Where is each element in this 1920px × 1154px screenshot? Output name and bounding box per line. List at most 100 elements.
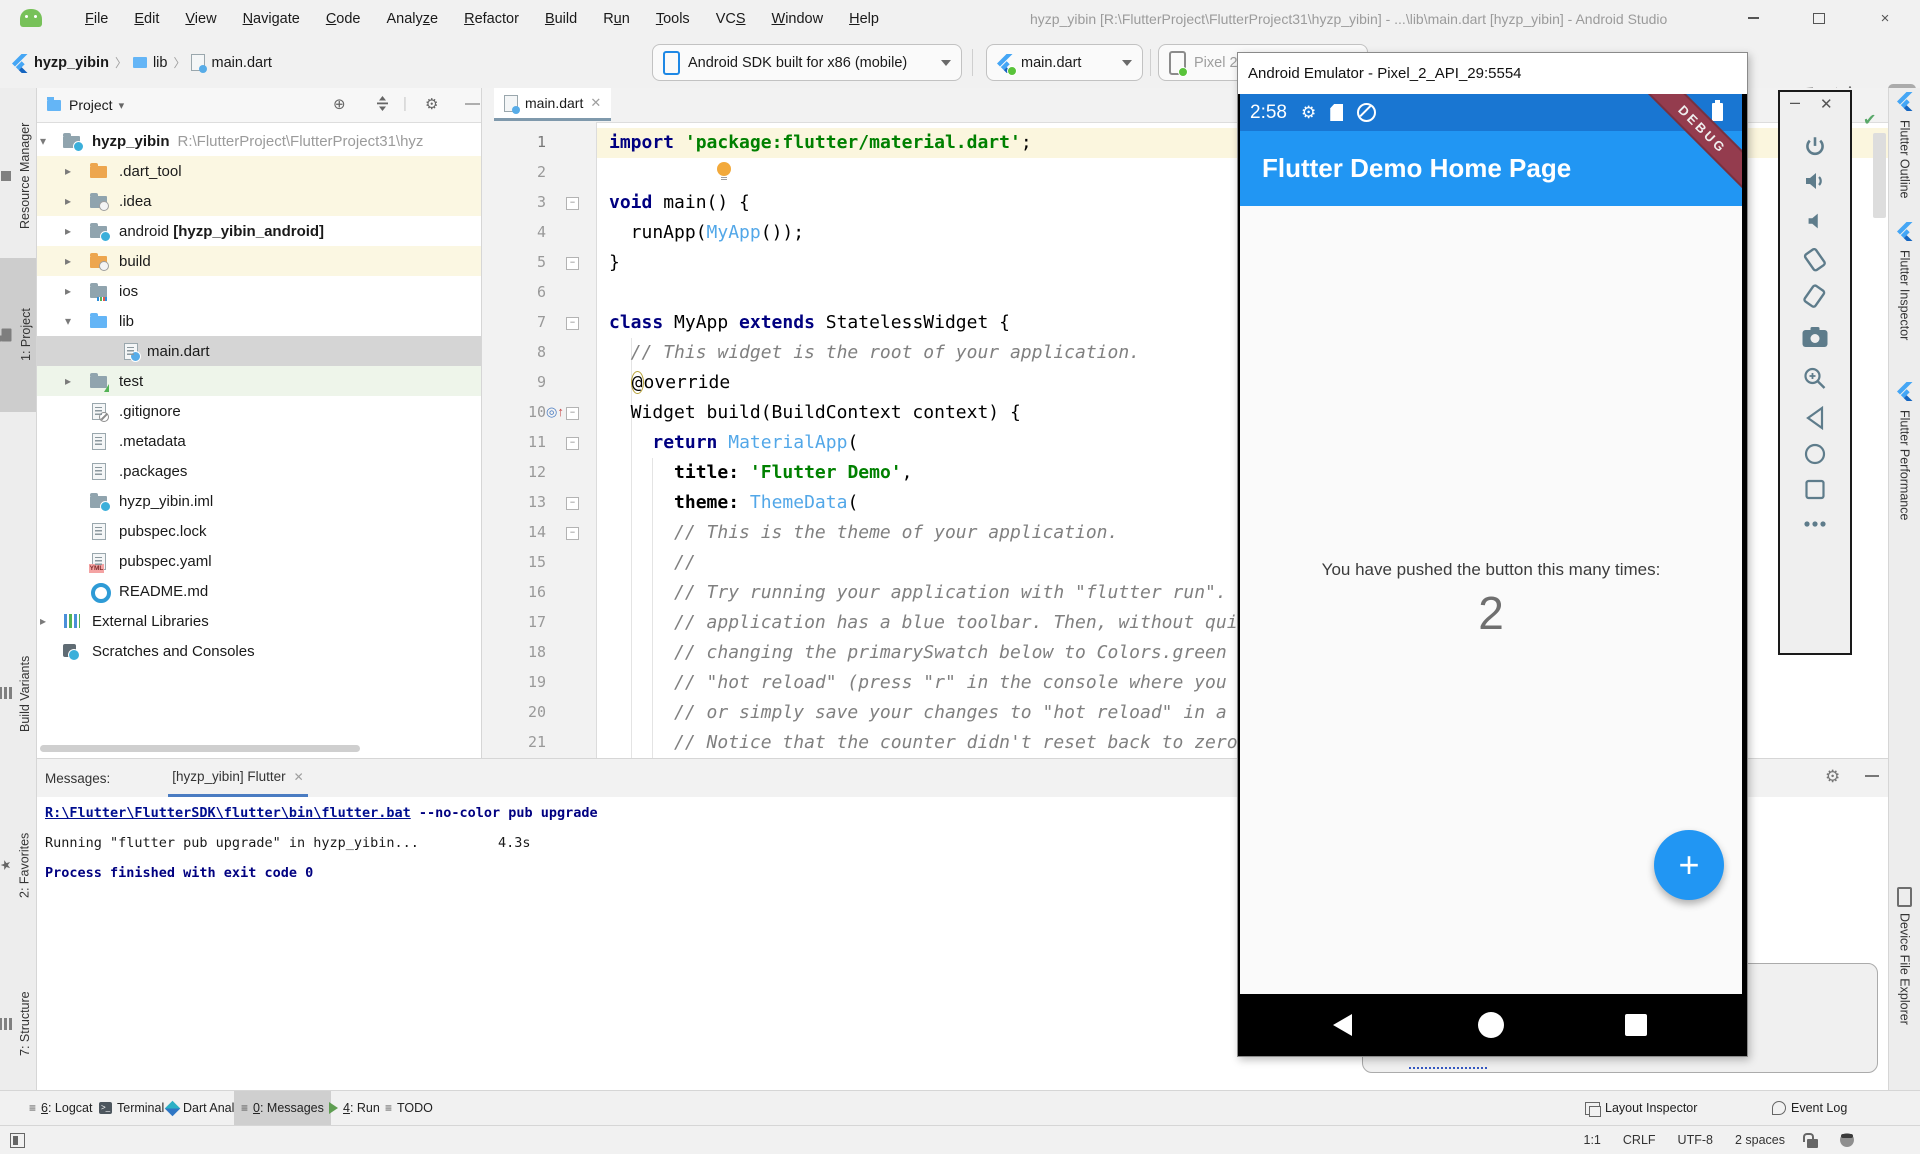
toolwindow-button-0-messages[interactable]: ≡0: Messages (234, 1091, 331, 1125)
project-horizontal-scrollbar[interactable] (40, 745, 360, 752)
menu-tools[interactable]: Tools (643, 11, 703, 27)
sidebar-item-7-structure[interactable]: 7: Structure (0, 958, 36, 1090)
menu-file[interactable]: File (72, 11, 121, 27)
status-widget-CRLF[interactable]: CRLF (1623, 1133, 1656, 1147)
menu-help[interactable]: Help (836, 11, 892, 27)
flutter-bat-link[interactable]: R:\Flutter\FlutterSDK\flutter\bin\flutte… (45, 805, 411, 821)
tree-row-build[interactable]: ▸build (37, 246, 481, 276)
sidebar-item-device-file-explorer[interactable]: Device File Explorer (1889, 887, 1920, 1025)
inspection-profile-icon[interactable] (1840, 1133, 1854, 1147)
window-minimize-button[interactable] (1740, 7, 1766, 29)
tree-row--dart-tool[interactable]: ▸.dart_tool (37, 156, 481, 186)
tree-row-pubspec-lock[interactable]: pubspec.lock (37, 516, 481, 546)
nav-recents-button[interactable] (1625, 1014, 1647, 1036)
hide-panel-icon[interactable]: — (465, 95, 480, 112)
override-gutter-icon[interactable]: ◎↑ (546, 404, 572, 420)
device-selector-dropdown[interactable]: Android SDK built for x86 (mobile) (652, 44, 962, 81)
emulator-more-button[interactable] (1804, 520, 1826, 528)
gear-icon[interactable]: ⚙ (425, 95, 438, 113)
fold-marker-icon[interactable]: − (566, 257, 579, 270)
close-icon[interactable]: ✕ (590, 95, 601, 111)
emulator-close-button[interactable]: ✕ (1820, 95, 1833, 113)
breadcrumb-dir[interactable]: lib (153, 55, 168, 71)
collapse-arrow-icon[interactable]: ▾ (65, 314, 71, 328)
tree-row-Scratches-and-Consoles[interactable]: Scratches and Consoles (37, 636, 481, 666)
sidebar-item-flutter-inspector[interactable]: Flutter Inspector (1889, 222, 1920, 340)
expand-arrow-icon[interactable]: ▸ (40, 614, 46, 628)
expand-arrow-icon[interactable]: ▸ (65, 164, 71, 178)
messages-tab[interactable]: [hyzp_yibin] Flutter ✕ (168, 759, 307, 797)
expand-arrow-icon[interactable]: ▸ (65, 224, 71, 238)
nav-home-button[interactable] (1478, 1012, 1504, 1038)
sidebar-item-flutter-performance[interactable]: Flutter Performance (1889, 382, 1920, 520)
button-layout-inspector[interactable]: Layout Inspector (1578, 1091, 1704, 1125)
fold-marker-icon[interactable]: − (566, 437, 579, 450)
expand-arrow-icon[interactable]: ▸ (65, 194, 71, 208)
menu-window[interactable]: Window (759, 11, 837, 27)
editor-scrollbar[interactable] (1873, 133, 1886, 218)
gear-icon[interactable]: ⚙ (1825, 767, 1840, 787)
fold-marker-icon[interactable]: − (566, 197, 579, 210)
emulator-home-button[interactable] (1804, 443, 1826, 465)
tree-row--idea[interactable]: ▸.idea (37, 186, 481, 216)
tree-row-External-Libraries[interactable]: ▸External Libraries (37, 606, 481, 636)
sidebar-item-1-project[interactable]: 1: Project (0, 258, 36, 412)
tree-row--packages[interactable]: .packages (37, 456, 481, 486)
sidebar-item-2-favorites[interactable]: ★2: Favorites (0, 795, 36, 935)
expand-arrow-icon[interactable]: ▸ (65, 374, 71, 388)
tree-row-hyzp-yibin-iml[interactable]: hyzp_yibin.iml (37, 486, 481, 516)
menu-build[interactable]: Build (532, 11, 590, 27)
window-maximize-button[interactable] (1806, 7, 1832, 29)
emulator-rotate-right-button[interactable] (1800, 281, 1830, 311)
inspections-ok-icon[interactable]: ✔ (1863, 110, 1876, 130)
emulator-minimize-button[interactable]: – (1790, 92, 1800, 113)
status-widget-UTF-8[interactable]: UTF-8 (1678, 1133, 1713, 1147)
tree-row--metadata[interactable]: .metadata (37, 426, 481, 456)
tab-main-dart[interactable]: main.dart ✕ (494, 88, 611, 121)
increment-fab-button[interactable]: + (1654, 830, 1724, 900)
emulator-back-button[interactable] (1804, 406, 1826, 430)
emulator-overview-button[interactable] (1805, 479, 1826, 500)
intention-bulb-icon[interactable] (715, 162, 733, 180)
menu-refactor[interactable]: Refactor (451, 11, 532, 27)
emulator-title-bar[interactable]: Android Emulator - Pixel_2_API_29:5554 (1238, 53, 1747, 94)
menu-analyze[interactable]: Analyze (374, 11, 452, 27)
sidebar-item-flutter-outline[interactable]: Flutter Outline (1889, 92, 1920, 199)
tree-row-main-dart[interactable]: main.dart (37, 336, 481, 366)
locate-file-icon[interactable]: ⊕ (333, 95, 346, 113)
emulator-volume-up-button[interactable] (1802, 169, 1828, 193)
menu-navigate[interactable]: Navigate (230, 11, 313, 27)
menu-edit[interactable]: Edit (121, 11, 172, 27)
breadcrumb-file[interactable]: main.dart (211, 55, 271, 71)
tree-row-lib[interactable]: ▾lib (37, 306, 481, 336)
expand-arrow-icon[interactable]: ▸ (65, 254, 71, 268)
collapse-arrow-icon[interactable]: ▾ (40, 134, 46, 148)
tree-row-hyzp-yibin[interactable]: ▾hyzp_yibinR:\FlutterProject\FlutterProj… (37, 126, 481, 156)
emulator-volume-down-button[interactable] (1804, 210, 1826, 232)
emulator-power-button[interactable] (1802, 134, 1828, 160)
sidebar-item-resource-manager[interactable]: Resource Manager (0, 95, 36, 257)
menu-code[interactable]: Code (313, 11, 374, 27)
balloon-link-fragment[interactable] (1409, 1058, 1487, 1069)
emulator-rotate-left-button[interactable] (1800, 244, 1830, 274)
collapse-all-icon[interactable] (375, 95, 390, 116)
tree-row-pubspec-yaml[interactable]: YMLpubspec.yaml (37, 546, 481, 576)
menu-vcs[interactable]: VCS (703, 11, 759, 27)
window-close-button[interactable]: × (1872, 7, 1898, 29)
tree-row-README-md[interactable]: README.md (37, 576, 481, 606)
fold-marker-icon[interactable]: − (566, 527, 579, 540)
fold-marker-icon[interactable]: − (566, 497, 579, 510)
hide-panel-icon[interactable] (1865, 775, 1879, 777)
expand-arrow-icon[interactable]: ▸ (65, 284, 71, 298)
button-event-log[interactable]: Event Log (1765, 1091, 1854, 1125)
emulator-zoom-button[interactable] (1803, 366, 1828, 391)
toolwindow-button-6-logcat[interactable]: ≡6: Logcat (22, 1091, 99, 1125)
toolwindow-button-todo[interactable]: ≡TODO (378, 1091, 440, 1125)
chevron-down-icon[interactable]: ▾ (119, 99, 125, 112)
menu-view[interactable]: View (172, 11, 229, 27)
tree-row-ios[interactable]: ▸ios (37, 276, 481, 306)
menu-run[interactable]: Run (590, 11, 643, 27)
sidebar-item-build-variants[interactable]: Build Variants (0, 612, 36, 775)
close-icon[interactable]: ✕ (294, 770, 304, 784)
tree-row-android[interactable]: ▸android [hyzp_yibin_android] (37, 216, 481, 246)
